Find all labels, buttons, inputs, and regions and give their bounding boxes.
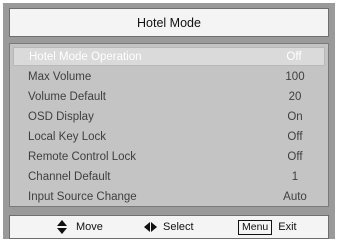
- osd-window: Hotel Mode Hotel Mode Operation Off Max …: [3, 3, 335, 239]
- navigation-hint-bar: Move Select Menu Exit: [9, 215, 329, 239]
- menu-item-volume-default[interactable]: Volume Default 20: [13, 87, 325, 106]
- menu-key-icon: Menu: [238, 219, 273, 235]
- exit-label: Exit: [278, 221, 297, 233]
- menu-item-value: 100: [285, 70, 305, 83]
- menu-item-label: Input Source Change: [28, 190, 137, 203]
- menu-item-remote-control-lock[interactable]: Remote Control Lock Off: [13, 147, 325, 166]
- select-label: Select: [163, 221, 194, 233]
- menu-item-value: Auto: [283, 190, 307, 203]
- exit-hint: Menu Exit: [238, 216, 297, 238]
- up-down-arrows-icon: [56, 220, 68, 234]
- menu-item-value: Off: [287, 130, 303, 143]
- menu-item-label: Remote Control Lock: [28, 150, 137, 163]
- menu-item-label: Max Volume: [28, 70, 92, 83]
- title-bar: Hotel Mode: [9, 8, 329, 37]
- menu-item-label: Volume Default: [28, 90, 106, 103]
- left-right-arrows-icon: [144, 222, 157, 232]
- menu-item-value: 1: [291, 170, 299, 183]
- menu-item-value: Off: [286, 50, 302, 63]
- menu-item-max-volume[interactable]: Max Volume 100: [13, 67, 325, 86]
- menu-item-label: OSD Display: [28, 110, 94, 123]
- menu-item-value: On: [287, 110, 303, 123]
- menu-item-channel-default[interactable]: Channel Default 1: [13, 167, 325, 186]
- move-label: Move: [76, 221, 103, 233]
- move-hint: Move: [56, 216, 103, 238]
- menu-item-label: Local Key Lock: [28, 130, 106, 143]
- menu-item-value: Off: [287, 150, 303, 163]
- menu-item-osd-display[interactable]: OSD Display On: [13, 107, 325, 126]
- page-title: Hotel Mode: [137, 15, 201, 30]
- menu-item-input-source-change[interactable]: Input Source Change Auto: [13, 187, 325, 206]
- select-hint: Select: [144, 216, 194, 238]
- menu-item-local-key-lock[interactable]: Local Key Lock Off: [13, 127, 325, 146]
- menu-item-hotel-mode-operation[interactable]: Hotel Mode Operation Off: [13, 47, 325, 66]
- menu-item-label: Hotel Mode Operation: [29, 50, 142, 63]
- menu-item-value: 20: [288, 90, 302, 103]
- menu-list: Hotel Mode Operation Off Max Volume 100 …: [9, 43, 329, 207]
- menu-item-label: Channel Default: [28, 170, 111, 183]
